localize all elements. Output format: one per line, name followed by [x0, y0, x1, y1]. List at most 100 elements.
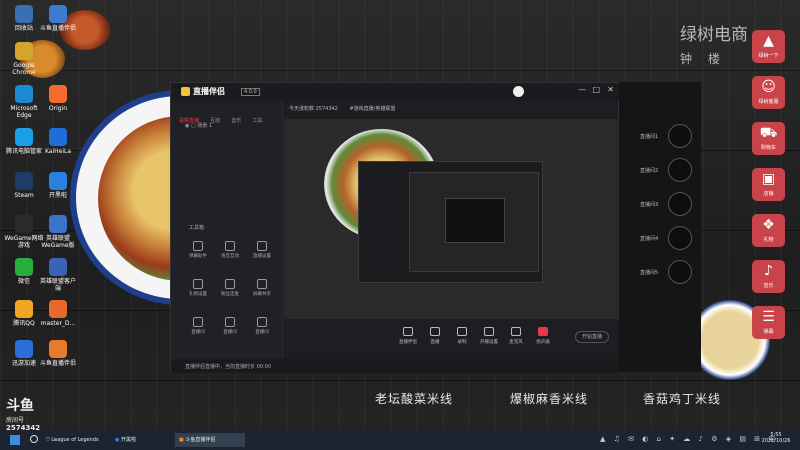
stream-preview[interactable] — [284, 119, 619, 319]
taskbar-item-kaihei[interactable]: ● 开黑啦 — [115, 433, 165, 447]
desktop-icon[interactable]: Origin — [38, 85, 78, 112]
toolbar-label: 弹幕 — [763, 329, 774, 335]
minimize-icon[interactable]: — — [578, 85, 586, 94]
tool-icon — [225, 241, 235, 251]
taskbar-item-label: 开黑啦 — [120, 437, 136, 443]
tool-item[interactable]: 语音互动 — [219, 241, 241, 259]
control-icon — [403, 327, 413, 336]
desktop-icon[interactable]: 开黑啦 — [38, 172, 78, 199]
toolbar-button[interactable]: ▣ 店铺 — [752, 168, 785, 201]
caption-2: 爆椒麻香米线 — [510, 392, 589, 406]
tool-item[interactable]: 直播间 — [187, 317, 209, 335]
desktop-icon[interactable]: master_D... — [38, 300, 78, 327]
tray-icons[interactable]: ▲ ♫ ✉ ◐ ⌂ ✦ ☁ ♪ ⚙ ◈ ▤ ⊞ 中 — [600, 434, 778, 444]
tool-label: 弹幕助手 — [189, 254, 207, 259]
slot-avatar — [668, 158, 692, 182]
desktop-icon[interactable]: KaiHeiLa — [38, 128, 78, 155]
desktop-icon[interactable]: 斗鱼直播伴侣 — [38, 5, 78, 32]
overlay-slot[interactable]: 直播间5 — [632, 260, 694, 286]
app-icon — [49, 258, 67, 276]
tool-label: 直播间 — [191, 330, 205, 335]
overlay-slot[interactable]: 直播间4 — [632, 226, 694, 252]
taskbar-item-douyu[interactable]: ■ 斗鱼直播伴侣 — [175, 433, 245, 447]
plank-line — [0, 70, 800, 71]
tool-icon — [257, 279, 267, 289]
app-icon — [15, 340, 33, 358]
tool-item[interactable]: 礼物设置 — [187, 279, 209, 297]
control-label: 麦克风 — [509, 340, 523, 345]
bottom-control[interactable]: 扬声器 — [531, 327, 555, 345]
desktop-icon[interactable]: 英雄联盟客户端 — [38, 258, 78, 292]
bottom-control[interactable]: 麦克风 — [504, 327, 528, 345]
tool-label: 语音互动 — [221, 254, 239, 259]
app-icon — [15, 300, 33, 318]
app-icon — [49, 128, 67, 146]
overlay-slot[interactable]: 直播间3 — [632, 192, 694, 218]
control-label: 直播 — [430, 340, 440, 345]
tab-music[interactable]: 音乐 — [231, 118, 241, 124]
close-icon[interactable]: ✕ — [607, 85, 614, 94]
desktop-icon-label: 英雄联盟客户端 — [39, 278, 76, 292]
desktop-icon[interactable]: 英雄联盟WeGame版 — [38, 215, 78, 249]
tool-label: 粉丝连麦 — [221, 292, 239, 297]
toolbar-button[interactable]: ☰ 弹幕 — [752, 306, 785, 339]
toolbar-button[interactable]: ❖ 礼物 — [752, 214, 785, 247]
control-icon — [457, 327, 467, 336]
app-icon — [49, 85, 67, 103]
bottom-control[interactable]: 开播设置 — [477, 327, 501, 345]
toolbar-glyph-icon: ♪ — [764, 263, 773, 279]
status-text: 直播伴侣直播中，当前直播时长 00:00 — [185, 364, 272, 370]
scene-row[interactable]: ◉ ▢ 场景 1 — [185, 122, 212, 129]
desktop-icon[interactable]: Google Chrome — [4, 42, 44, 76]
toolbar-button[interactable]: ☺ 绿树客服 — [752, 76, 785, 109]
toolbar-button[interactable]: ♪ 音乐 — [752, 260, 785, 293]
tool-label: 屏幕共享 — [253, 292, 271, 297]
slot-label: 直播间4 — [640, 236, 659, 242]
start-live-button[interactable]: 开始直播 — [575, 331, 609, 343]
bottom-control[interactable]: 直播伴侣 — [396, 327, 420, 345]
tool-header: 工具箱 — [189, 225, 205, 231]
nested-window-inner — [409, 172, 539, 272]
desktop-icon[interactable]: 斗鱼直播伴侣 — [38, 340, 78, 367]
taskbar-item-lol[interactable]: ⛉ League of Legends — [46, 433, 106, 447]
desktop-icon-label: 开黑啦 — [48, 192, 67, 199]
desktop-icon-label: 斗鱼直播伴侣 — [39, 360, 76, 367]
maximize-icon[interactable]: □ — [592, 85, 600, 94]
tab-tools[interactable]: 工具 — [252, 118, 262, 124]
tool-icon — [225, 317, 235, 327]
toolbar-button[interactable]: ⛟ 购物车 — [752, 122, 785, 155]
tool-item[interactable]: 直播间 — [251, 317, 273, 335]
toolbar-glyph-icon: ❖ — [762, 217, 775, 233]
tool-item[interactable]: 粉丝连麦 — [219, 279, 241, 297]
slot-avatar — [668, 124, 692, 148]
slot-label: 直播间1 — [640, 134, 659, 140]
control-label: 录制 — [457, 340, 467, 345]
bottom-control[interactable]: 录制 — [450, 327, 474, 345]
toolbar-button[interactable]: ▲ 绿树一下 — [752, 30, 785, 63]
toolbar-label: 店铺 — [763, 191, 774, 197]
tool-item[interactable]: 弹幕助手 — [187, 241, 209, 259]
app-icon — [15, 85, 33, 103]
desktop-icon-label: master_D... — [40, 320, 76, 327]
app-icon — [49, 340, 67, 358]
toolbar-label: 购物车 — [760, 145, 776, 151]
overlay-slot[interactable]: 直播间2 — [632, 158, 694, 184]
overlay-slot[interactable]: 直播间1 — [632, 124, 694, 150]
control-label: 开播设置 — [480, 340, 498, 345]
tool-item[interactable]: 屏幕共享 — [251, 279, 273, 297]
category-text[interactable]: #游戏直播/英雄联盟 — [349, 106, 395, 112]
tool-item[interactable]: 直播间 — [219, 317, 241, 335]
eye-icon[interactable]: ◉ ▢ — [185, 123, 197, 129]
tool-item[interactable]: 直播设置 — [251, 241, 273, 259]
slot-avatar — [668, 260, 692, 284]
start-icon[interactable] — [10, 435, 20, 445]
bottom-control[interactable]: 直播 — [423, 327, 447, 345]
nested-window — [358, 161, 543, 283]
caption-3: 香菇鸡丁米线 — [643, 392, 722, 406]
clock[interactable]: 5:55 2021/10/26 — [758, 432, 794, 444]
toolbar-glyph-icon: ▣ — [761, 171, 776, 187]
avatar[interactable] — [513, 86, 524, 97]
app-window[interactable]: 直播伴侣 4.0.0 — □ ✕ 视频直播 互动 音乐 工具 ◉ ▢ 场景 1 … — [170, 82, 620, 373]
desktop-icon-label: Google Chrome — [12, 62, 36, 76]
search-icon[interactable] — [30, 435, 38, 443]
